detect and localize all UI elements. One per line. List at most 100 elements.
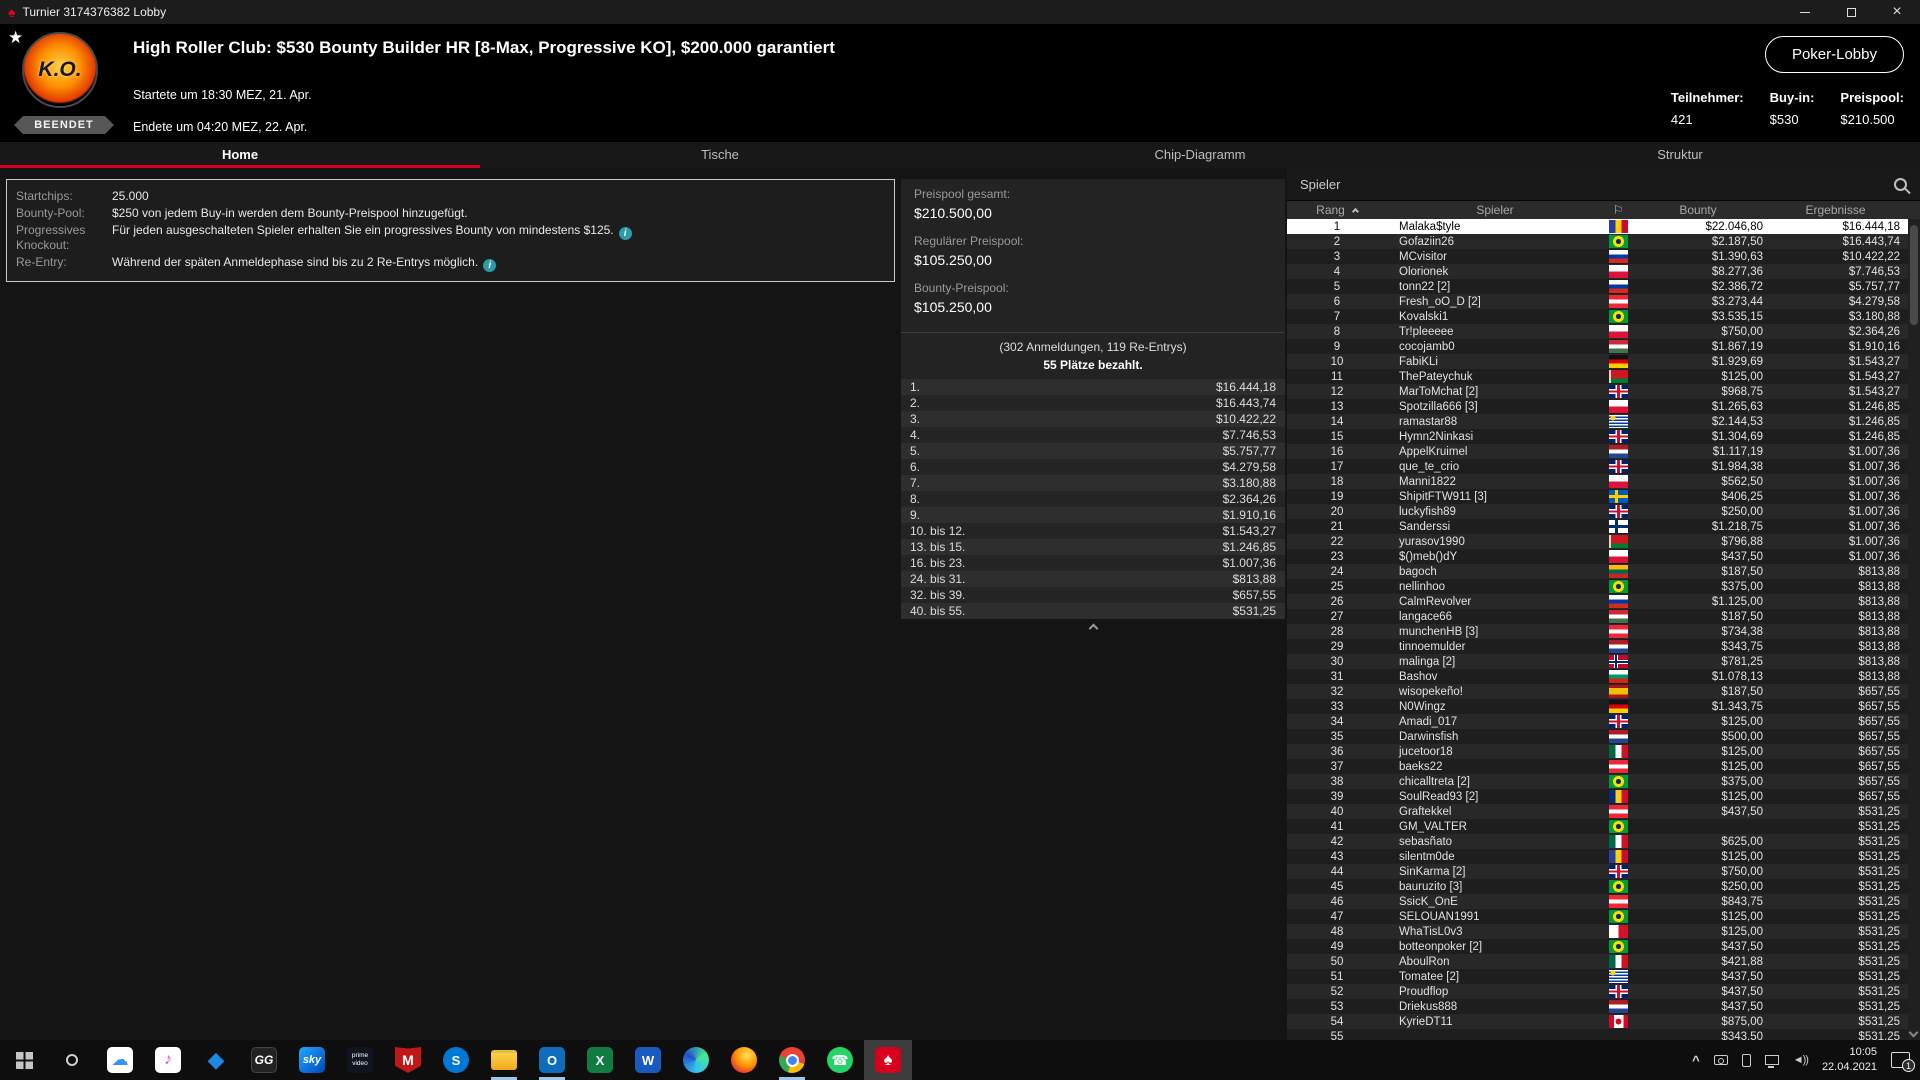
player-row[interactable]: 55 $343,50 $531,25 — [1287, 1029, 1908, 1040]
favorite-star-icon[interactable]: ★ — [8, 28, 23, 48]
restore-button[interactable] — [1828, 0, 1874, 24]
player-row[interactable]: 42 sebasñato $625,00 $531,25 — [1287, 834, 1908, 849]
player-row[interactable]: 8 Tr!pleeeee $750,00 $2.364,26 — [1287, 324, 1908, 339]
scroll-down-icon[interactable] — [1908, 1027, 1919, 1038]
taskbar-edge-icon[interactable] — [672, 1040, 720, 1080]
tab-chip-diagramm[interactable]: Chip-Diagramm — [960, 142, 1440, 168]
camera-tray-icon[interactable] — [1713, 1055, 1728, 1065]
player-row[interactable]: 41 GM_VALTER $531,25 — [1287, 819, 1908, 834]
clock[interactable]: 10:05 22.04.2021 — [1822, 1045, 1877, 1075]
player-search-bar[interactable]: Spieler — [1287, 168, 1920, 201]
column-bounty[interactable]: Bounty — [1633, 203, 1763, 217]
hidden-icons-chevron[interactable]: ^ — [1692, 1053, 1700, 1068]
info-icon[interactable]: i — [483, 259, 497, 272]
player-row[interactable]: 17 que_te_crio $1.984,38 $1.007,36 — [1287, 459, 1908, 474]
player-row[interactable]: 40 Graftekkel $437,50 $531,25 — [1287, 804, 1908, 819]
player-row[interactable]: 48 WhaTisL0v3 $125,00 $531,25 — [1287, 924, 1908, 939]
player-row[interactable]: 2 Gofaziin26 $2.187,50 $16.443,74 — [1287, 234, 1908, 249]
player-row[interactable]: 13 Spotzilla666 [3] $1.265,63 $1.246,85 — [1287, 399, 1908, 414]
player-row[interactable]: 25 nellinhoo $375,00 $813,88 — [1287, 579, 1908, 594]
network-tray-icon[interactable] — [1764, 1055, 1779, 1068]
player-row[interactable]: 7 Kovalski1 $3.535,15 $3.180,88 — [1287, 309, 1908, 324]
player-row[interactable]: 35 Darwinsfish $500,00 $657,55 — [1287, 729, 1908, 744]
player-row[interactable]: 39 SoulRead93 [2] $125,00 $657,55 — [1287, 789, 1908, 804]
player-row[interactable]: 46 SsicK_OnE $843,75 $531,25 — [1287, 894, 1908, 909]
player-row[interactable]: 52 Proudflop $437,50 $531,25 — [1287, 984, 1908, 999]
taskbar-word-icon[interactable]: W — [624, 1040, 672, 1080]
taskbar-mcafee-icon[interactable]: M — [384, 1040, 432, 1080]
player-row[interactable]: 4 Olorionek $8.277,36 $7.746,53 — [1287, 264, 1908, 279]
info-icon[interactable]: i — [618, 227, 632, 240]
player-row[interactable]: 36 jucetoor18 $125,00 $657,55 — [1287, 744, 1908, 759]
taskbar-whatsapp-icon[interactable]: ☎ — [816, 1040, 864, 1080]
player-row[interactable]: 16 AppelKruimel $1.117,19 $1.007,36 — [1287, 444, 1908, 459]
taskbar-outlook-icon[interactable]: O — [528, 1040, 576, 1080]
taskbar-ggpoker-icon[interactable]: GG — [240, 1040, 288, 1080]
player-row[interactable]: 5 tonn22 [2] $2.386,72 $5.757,77 — [1287, 279, 1908, 294]
player-row[interactable]: 44 SinKarma [2] $750,00 $531,25 — [1287, 864, 1908, 879]
tab-home[interactable]: Home — [0, 142, 480, 168]
column-ergebnisse[interactable]: Ergebnisse — [1763, 203, 1908, 217]
volume-tray-icon[interactable]: ◄)) — [1793, 1054, 1809, 1066]
taskbar-excel-icon[interactable]: X — [576, 1040, 624, 1080]
player-row[interactable]: 20 luckyfish89 $250,00 $1.007,36 — [1287, 504, 1908, 519]
taskbar-file-explorer-icon[interactable] — [480, 1040, 528, 1080]
column-spieler[interactable]: Spieler — [1387, 203, 1603, 217]
tab-tische[interactable]: Tische — [480, 142, 960, 168]
taskbar-firefox-icon[interactable] — [720, 1040, 768, 1080]
player-row[interactable]: 38 chicalltreta [2] $375,00 $657,55 — [1287, 774, 1908, 789]
player-row[interactable]: 9 cocojamb0 $1.867,19 $1.910,16 — [1287, 339, 1908, 354]
player-row[interactable]: 23 $()meb()dY $437,50 $1.007,36 — [1287, 549, 1908, 564]
player-row[interactable]: 21 Sanderssi $1.218,75 $1.007,36 — [1287, 519, 1908, 534]
scrollbar-thumb[interactable] — [1910, 225, 1918, 325]
player-row[interactable]: 33 N0Wingz $1.343,75 $657,55 — [1287, 699, 1908, 714]
taskbar-prime-video-icon[interactable]: prime video — [336, 1040, 384, 1080]
player-row[interactable]: 1 Malaka$tyle $22.046,80 $16.444,18 — [1287, 219, 1908, 234]
player-row[interactable]: 27 langace66 $187,50 $813,88 — [1287, 609, 1908, 624]
taskbar-pokerstars-icon[interactable]: ♠ — [864, 1040, 912, 1080]
search-icon[interactable] — [1894, 177, 1907, 191]
tab-struktur[interactable]: Struktur — [1440, 142, 1920, 168]
notification-center-icon[interactable]: 1 — [1891, 1052, 1915, 1072]
poker-lobby-button[interactable]: Poker-Lobby — [1764, 36, 1904, 73]
player-row[interactable]: 29 tinnoemulder $343,75 $813,88 — [1287, 639, 1908, 654]
collapse-payouts-control[interactable] — [901, 619, 1285, 634]
player-row[interactable]: 32 wisopekeño! $187,50 $657,55 — [1287, 684, 1908, 699]
player-row[interactable]: 28 munchenHB [3] $734,38 $813,88 — [1287, 624, 1908, 639]
players-scrollbar[interactable] — [1908, 219, 1920, 1040]
player-row[interactable]: 51 Tomatee [2] $437,50 $531,25 — [1287, 969, 1908, 984]
close-button[interactable]: × — [1874, 0, 1920, 24]
taskbar-chrome-icon[interactable] — [768, 1040, 816, 1080]
player-row[interactable]: 14 ramastar88 $2.144,53 $1.246,85 — [1287, 414, 1908, 429]
taskbar-itunes-icon[interactable]: ♪ — [144, 1040, 192, 1080]
player-row[interactable]: 12 MarToMchat [2] $968,75 $1.543,27 — [1287, 384, 1908, 399]
player-row[interactable]: 3 MCvisitor $1.390,63 $10.422,22 — [1287, 249, 1908, 264]
player-row[interactable]: 11 ThePateychuk $125,00 $1.543,27 — [1287, 369, 1908, 384]
player-row[interactable]: 31 Bashov $1.078,13 $813,88 — [1287, 669, 1908, 684]
player-row[interactable]: 37 baeks22 $125,00 $657,55 — [1287, 759, 1908, 774]
taskbar-icloud-icon[interactable]: ☁ — [96, 1040, 144, 1080]
player-row[interactable]: 18 Manni1822 $562,50 $1.007,36 — [1287, 474, 1908, 489]
player-row[interactable]: 43 silentm0de $125,00 $531,25 — [1287, 849, 1908, 864]
column-rang[interactable]: Rang — [1287, 203, 1387, 217]
usb-tray-icon[interactable] — [1741, 1053, 1751, 1067]
taskbar-start-icon[interactable] — [0, 1040, 48, 1080]
taskbar-sky-icon[interactable]: sky — [288, 1040, 336, 1080]
column-flag-icon[interactable]: ⚐ — [1603, 203, 1633, 217]
player-row[interactable]: 45 bauruzito [3] $250,00 $531,25 — [1287, 879, 1908, 894]
player-row[interactable]: 6 Fresh_oO_D [2] $3.273,44 $4.279,58 — [1287, 294, 1908, 309]
player-row[interactable]: 10 FabiKLi $1.929,69 $1.543,27 — [1287, 354, 1908, 369]
taskbar-skype-icon[interactable]: S — [432, 1040, 480, 1080]
player-row[interactable]: 24 bagoch $187,50 $813,88 — [1287, 564, 1908, 579]
taskbar-search-icon[interactable] — [48, 1040, 96, 1080]
player-row[interactable]: 50 AboulRon $421,88 $531,25 — [1287, 954, 1908, 969]
player-row[interactable]: 22 yurasov1990 $796,88 $1.007,36 — [1287, 534, 1908, 549]
player-row[interactable]: 47 SELOUAN1991 $125,00 $531,25 — [1287, 909, 1908, 924]
player-row[interactable]: 30 malinga [2] $781,25 $813,88 — [1287, 654, 1908, 669]
player-row[interactable]: 26 CalmRevolver $1.125,00 $813,88 — [1287, 594, 1908, 609]
minimize-button[interactable] — [1782, 0, 1828, 24]
player-row[interactable]: 53 Driekus888 $437,50 $531,25 — [1287, 999, 1908, 1014]
player-row[interactable]: 19 ShipitFTW911 [3] $406,25 $1.007,36 — [1287, 489, 1908, 504]
player-row[interactable]: 54 KyrieDT11 $875,00 $531,25 — [1287, 1014, 1908, 1029]
player-row[interactable]: 49 botteonpoker [2] $437,50 $531,25 — [1287, 939, 1908, 954]
